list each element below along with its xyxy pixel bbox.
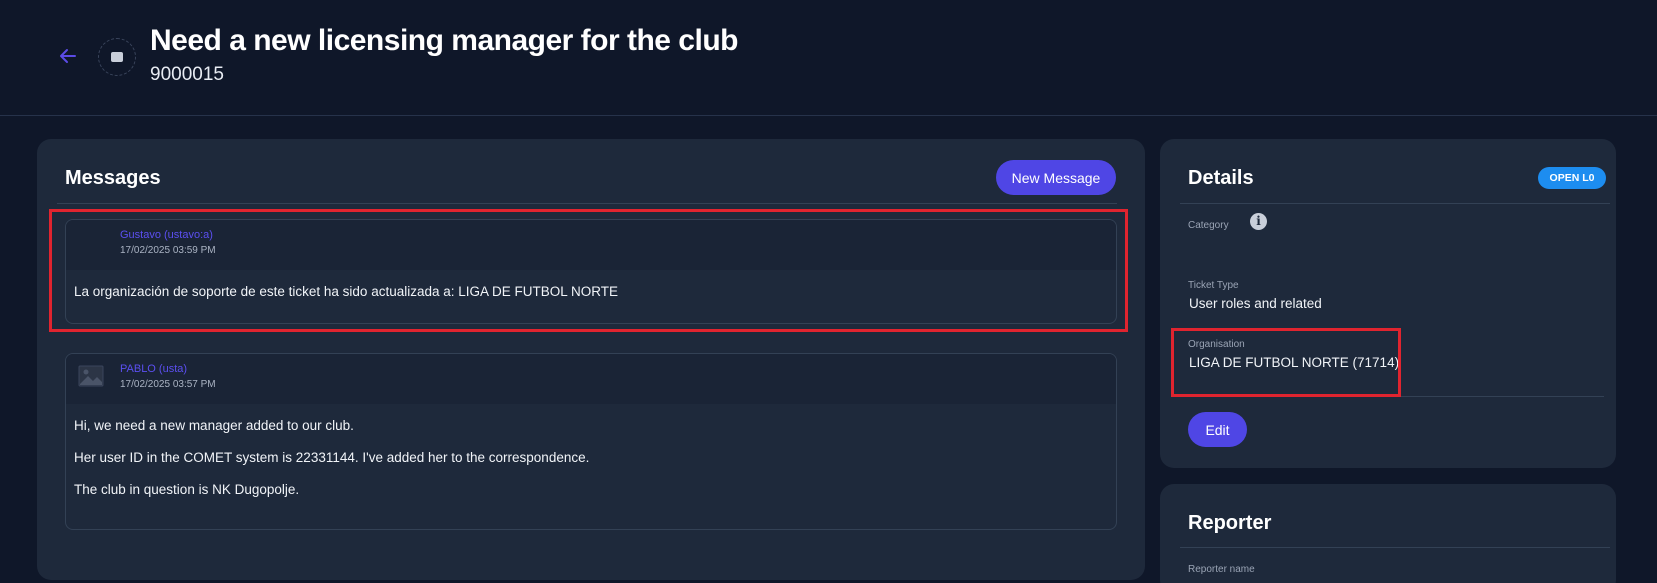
- messages-title: Messages: [65, 167, 161, 189]
- ticket-type-label: Ticket Type: [1188, 280, 1239, 291]
- messages-panel: Messages New Message Gustavo (ustavo:a) …: [37, 139, 1145, 580]
- message-body: Hi, we need a new manager added to our c…: [66, 404, 1116, 507]
- status-badge: OPEN L0: [1538, 167, 1606, 189]
- category-label: Category: [1188, 220, 1229, 231]
- page-header: Need a new licensing manager for the clu…: [0, 0, 1657, 116]
- message-line: La organización de soporte de este ticke…: [74, 284, 619, 299]
- image-placeholder-icon: [78, 365, 104, 391]
- message-header: PABLO (usta) 17/02/2025 03:57 PM: [66, 354, 1116, 404]
- message-line: The club in question is NK Dugopolje.: [74, 482, 300, 497]
- message-header: Gustavo (ustavo:a) 17/02/2025 03:59 PM: [66, 220, 1116, 270]
- organisation-value: LIGA DE FUTBOL NORTE (71714): [1189, 355, 1400, 370]
- page-title: Need a new licensing manager for the clu…: [150, 24, 738, 57]
- ticket-type-value: User roles and related: [1189, 296, 1322, 311]
- message-author[interactable]: PABLO (usta): [120, 363, 187, 375]
- message-line: Her user ID in the COMET system is 22331…: [74, 450, 590, 465]
- reporter-title: Reporter: [1188, 512, 1272, 534]
- messages-divider: [57, 203, 1117, 204]
- new-message-button[interactable]: New Message: [996, 160, 1116, 195]
- edit-button[interactable]: Edit: [1188, 412, 1247, 447]
- ticket-id: 9000015: [150, 64, 224, 85]
- details-panel: Details OPEN L0 Category i Ticket Type U…: [1160, 139, 1616, 468]
- message-body: La organización de soporte de este ticke…: [66, 270, 1116, 309]
- ticket-avatar: [98, 38, 136, 76]
- info-icon[interactable]: i: [1250, 213, 1267, 230]
- message-date: 17/02/2025 03:57 PM: [120, 379, 216, 390]
- back-arrow-icon[interactable]: [56, 44, 80, 68]
- details-divider: [1180, 203, 1610, 204]
- message-item: PABLO (usta) 17/02/2025 03:57 PM Hi, we …: [65, 353, 1117, 530]
- reporter-divider: [1180, 547, 1610, 548]
- organisation-label: Organisation: [1188, 339, 1245, 350]
- reporter-name-label: Reporter name: [1188, 564, 1255, 575]
- details-divider: [1180, 396, 1604, 397]
- message-item: Gustavo (ustavo:a) 17/02/2025 03:59 PM L…: [65, 219, 1117, 324]
- message-date: 17/02/2025 03:59 PM: [120, 245, 216, 256]
- message-author[interactable]: Gustavo (ustavo:a): [120, 229, 213, 241]
- image-placeholder-icon: [111, 52, 123, 62]
- message-line: Hi, we need a new manager added to our c…: [74, 418, 354, 433]
- reporter-panel: Reporter Reporter name: [1160, 484, 1616, 583]
- details-title: Details: [1188, 167, 1254, 189]
